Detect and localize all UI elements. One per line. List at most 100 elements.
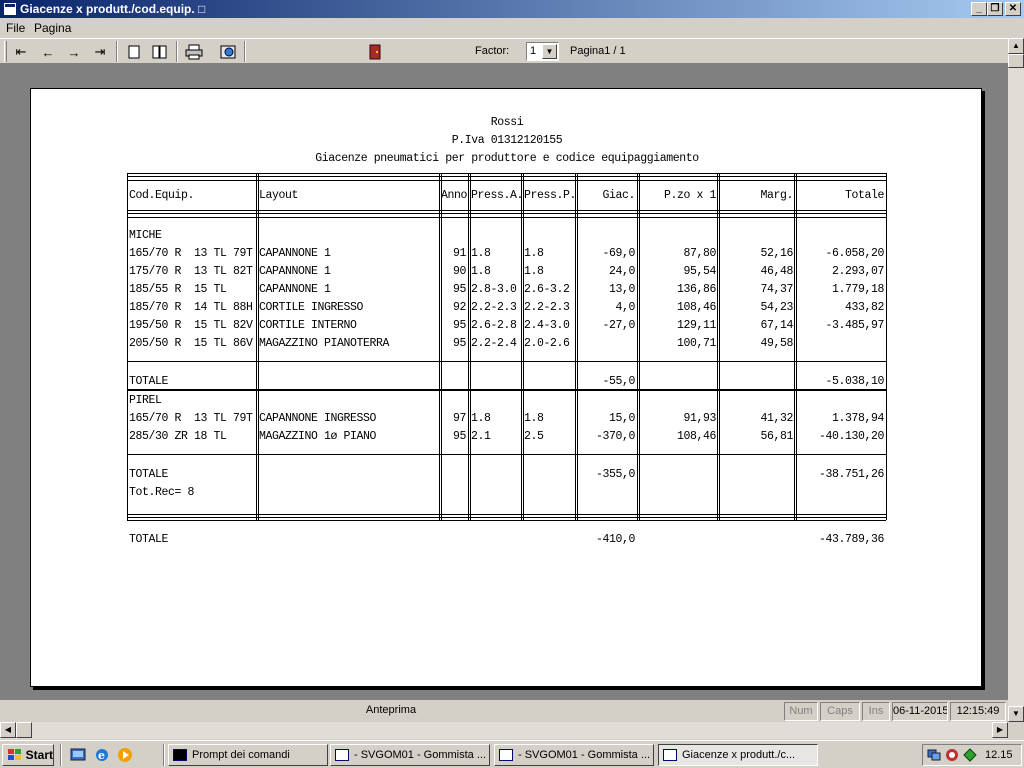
table-cell: 185/55 R 15 TL (129, 283, 227, 296)
table-cell: 2.0-2.6 (524, 337, 570, 350)
table-cell: 95 (452, 430, 466, 443)
scroll-thumb[interactable] (1008, 54, 1024, 68)
scroll-down-icon[interactable]: ▼ (1008, 706, 1024, 722)
scroll-left-icon[interactable]: ◀ (0, 722, 16, 738)
internet-explorer-icon[interactable]: e (94, 747, 110, 763)
show-desktop-icon[interactable] (70, 747, 86, 763)
table-bottom-border (127, 520, 886, 521)
table-cell: 129,11 (676, 319, 716, 332)
menu-file[interactable]: File (6, 21, 25, 35)
table-cell: MAGAZZINO PIANOTERRA (259, 337, 390, 350)
task-button-svgom01-2[interactable]: - SVGOM01 - Gommista ... (494, 744, 654, 766)
network-icon[interactable] (927, 748, 941, 762)
table-cell: 91 (452, 247, 466, 260)
table-top-border (127, 173, 886, 174)
prev-page-icon[interactable]: ← (37, 42, 59, 62)
export-icon[interactable] (217, 42, 239, 62)
menu-pagina[interactable]: Pagina (34, 21, 71, 35)
table-cell: 95 (452, 337, 466, 350)
table-cell: 95 (452, 283, 466, 296)
status-mode: Anteprima (365, 704, 417, 716)
table-cell: 91,93 (683, 412, 716, 425)
last-page-icon[interactable]: ⇥ (89, 42, 111, 62)
group-separator (127, 454, 886, 455)
column-divider (577, 173, 578, 520)
group-total-giac: -355,0 (595, 468, 635, 481)
exit-door-icon[interactable] (364, 42, 386, 62)
next-page-icon[interactable]: → (63, 42, 85, 62)
column-divider (794, 173, 795, 520)
close-button[interactable]: ✕ (1005, 2, 1021, 16)
column-header: P.zo x 1 (663, 189, 716, 202)
tray-clock: 12.15 (985, 749, 1013, 761)
vat-number: P.Iva 01312120155 (451, 134, 563, 147)
security-icon[interactable] (945, 748, 959, 762)
column-divider (521, 173, 522, 520)
table-cell: 90 (452, 265, 466, 278)
restore-button[interactable]: ❐ (987, 2, 1003, 16)
window-icon (335, 749, 349, 761)
table-cell: 1.8 (524, 265, 544, 278)
table-cell: 195/50 R 15 TL 82V (129, 319, 253, 332)
taskbar-separator (163, 744, 165, 766)
vertical-scrollbar[interactable]: ▲ ▼ (1008, 38, 1024, 722)
table-cell: 136,86 (676, 283, 716, 296)
first-page-icon[interactable]: ⇤ (10, 42, 32, 62)
table-cell: 74,37 (760, 283, 793, 296)
column-divider (886, 173, 887, 520)
table-cell: 49,58 (760, 337, 793, 350)
task-button-svgom01-1[interactable]: - SVGOM01 - Gommista ... (330, 744, 490, 766)
hscroll-thumb[interactable] (16, 722, 32, 738)
table-cell: -3.485,97 (825, 319, 884, 332)
chevron-down-icon[interactable]: ▼ (542, 44, 557, 59)
table-cell: 2.293,07 (831, 265, 884, 278)
table-cell: 41,32 (760, 412, 793, 425)
title-bar[interactable]: Giacenze x produtt./cod.equip. □ _ ❐ ✕ (0, 0, 1024, 18)
table-cell: 165/70 R 13 TL 79T (129, 247, 253, 260)
table-cell: 1.8 (471, 247, 491, 260)
page-indicator: Pagina1 / 1 (570, 45, 626, 57)
single-page-icon[interactable] (123, 42, 145, 62)
minimize-button[interactable]: _ (971, 2, 987, 16)
safely-remove-icon[interactable] (963, 748, 977, 762)
start-button[interactable]: Start (2, 744, 54, 766)
table-cell: 2.1 (471, 430, 491, 443)
scroll-right-icon[interactable]: ▶ (992, 722, 1008, 738)
table-cell: CORTILE INGRESSO (259, 301, 364, 314)
media-player-icon[interactable] (117, 747, 133, 763)
column-header: Layout (259, 189, 299, 202)
table-cell: 2.4-3.0 (524, 319, 570, 332)
table-cell: 13,0 (608, 283, 635, 296)
column-header: Anno (441, 189, 468, 202)
factor-select[interactable]: 1 ▼ (526, 42, 559, 61)
table-cell: 185/70 R 14 TL 88H (129, 301, 253, 314)
table-cell: 285/30 ZR 18 TL (129, 430, 227, 443)
num-indicator: Num (784, 702, 818, 721)
column-divider (256, 173, 257, 520)
task-label: Giacenze x produtt./c... (682, 749, 796, 761)
toolbar-separator (116, 41, 118, 62)
table-cell: 24,0 (608, 265, 635, 278)
table-cell: 4,0 (615, 301, 635, 314)
status-time: 12:15:49 (950, 702, 1006, 721)
horizontal-scrollbar[interactable]: ◀ ▶ (0, 722, 1008, 739)
table-cell: 56,81 (760, 430, 793, 443)
table-cell: 165/70 R 13 TL 79T (129, 412, 253, 425)
header-bottom-border (127, 213, 886, 214)
print-icon[interactable] (183, 42, 205, 62)
two-pages-icon[interactable] (149, 42, 171, 62)
table-cell: 46,48 (760, 265, 793, 278)
scroll-up-icon[interactable]: ▲ (1008, 38, 1024, 54)
window-title: Giacenze x produtt./cod.equip. □ (20, 2, 206, 16)
table-bottom-border (127, 514, 886, 515)
toolbar-grip[interactable] (4, 41, 7, 62)
table-cell: -370,0 (595, 430, 635, 443)
task-button-giacenze[interactable]: Giacenze x produtt./c... (658, 744, 818, 766)
cmd-icon (173, 749, 187, 761)
table-cell: 97 (452, 412, 466, 425)
group-name: MICHE (129, 229, 162, 242)
taskbar: Start e Prompt dei comandi - SVGOM01 - G… (0, 740, 1024, 768)
table-top-border (127, 176, 886, 177)
table-cell: 433,82 (844, 301, 884, 314)
task-button-cmd[interactable]: Prompt dei comandi (168, 744, 328, 766)
